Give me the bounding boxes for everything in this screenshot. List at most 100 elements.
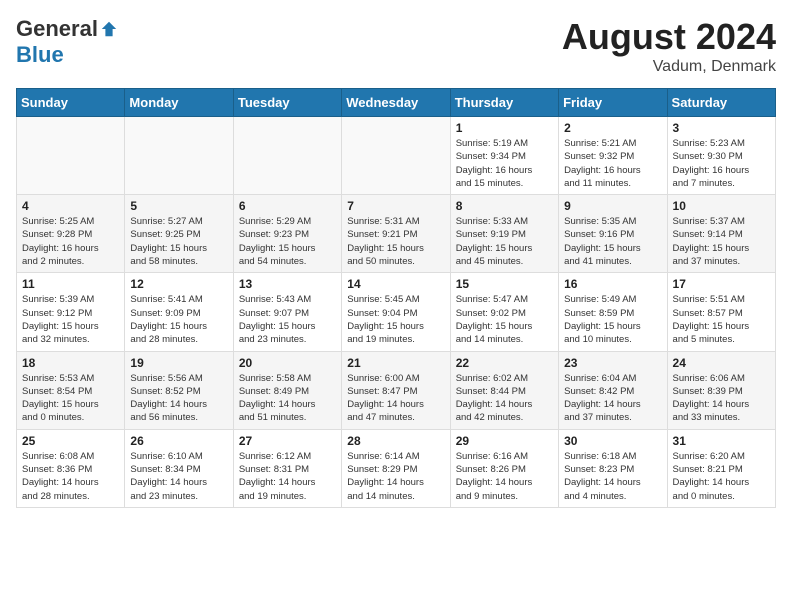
calendar-cell: 26Sunrise: 6:10 AM Sunset: 8:34 PM Dayli… [125,429,233,507]
day-info: Sunrise: 5:33 AM Sunset: 9:19 PM Dayligh… [456,215,553,268]
day-number: 25 [22,434,119,448]
logo: General Blue [16,16,118,68]
logo-icon [100,20,118,38]
day-number: 19 [130,356,227,370]
day-info: Sunrise: 6:12 AM Sunset: 8:31 PM Dayligh… [239,450,336,503]
day-number: 23 [564,356,661,370]
day-info: Sunrise: 5:25 AM Sunset: 9:28 PM Dayligh… [22,215,119,268]
day-number: 4 [22,199,119,213]
calendar-week-row: 25Sunrise: 6:08 AM Sunset: 8:36 PM Dayli… [17,429,776,507]
calendar-cell: 31 Sunrise: 6:20 AM Sunset: 8:21 PM Dayli… [667,429,775,507]
day-number: 15 [456,277,553,291]
day-info: Sunrise: 5:47 AM Sunset: 9:02 PM Dayligh… [456,293,553,346]
day-info: Sunrise: 5:29 AM Sunset: 9:23 PM Dayligh… [239,215,336,268]
day-info: Sunrise: 5:41 AM Sunset: 9:09 PM Dayligh… [130,293,227,346]
day-number: 10 [673,199,770,213]
calendar-cell: 1 Sunrise: 5:19 AM Sunset: 9:34 PM Daylig… [450,117,558,195]
day-info: Sunrise: 5:39 AM Sunset: 9:12 PM Dayligh… [22,293,119,346]
day-info: Sunrise: 6:14 AM Sunset: 8:29 PM Dayligh… [347,450,444,503]
calendar-header-row: SundayMondayTuesdayWednesdayThursdayFrid… [17,89,776,117]
day-number: 22 [456,356,553,370]
calendar-cell: 22 Sunrise: 6:02 AM Sunset: 8:44 PM Dayli… [450,351,558,429]
day-number: 26 [130,434,227,448]
calendar-cell: 7 Sunrise: 5:31 AM Sunset: 9:21 PM Daylig… [342,195,450,273]
calendar-cell: 19 Sunrise: 5:56 AM Sunset: 8:52 PM Dayli… [125,351,233,429]
day-info: Sunrise: 5:58 AM Sunset: 8:49 PM Dayligh… [239,372,336,425]
day-info: Sunrise: 6:02 AM Sunset: 8:44 PM Dayligh… [456,372,553,425]
calendar-day-header: Monday [125,89,233,117]
calendar-day-header: Thursday [450,89,558,117]
calendar-cell: 30 Sunrise: 6:18 AM Sunset: 8:23 PM Dayli… [559,429,667,507]
calendar-cell: 24 Sunrise: 6:06 AM Sunset: 8:39 PM Dayli… [667,351,775,429]
calendar-cell: 8 Sunrise: 5:33 AM Sunset: 9:19 PM Daylig… [450,195,558,273]
calendar-cell: 29Sunrise: 6:16 AM Sunset: 8:26 PM Dayli… [450,429,558,507]
day-number: 18 [22,356,119,370]
calendar-cell: 15 Sunrise: 5:47 AM Sunset: 9:02 PM Dayli… [450,273,558,351]
month-year-title: August 2024 [562,16,776,58]
day-info: Sunrise: 5:43 AM Sunset: 9:07 PM Dayligh… [239,293,336,346]
day-number: 13 [239,277,336,291]
calendar-cell: 13 Sunrise: 5:43 AM Sunset: 9:07 PM Dayli… [233,273,341,351]
calendar-cell [342,117,450,195]
day-number: 1 [456,121,553,135]
calendar-cell: 9 Sunrise: 5:35 AM Sunset: 9:16 PM Daylig… [559,195,667,273]
calendar-cell [17,117,125,195]
day-number: 14 [347,277,444,291]
logo-blue-text: Blue [16,42,64,68]
day-info: Sunrise: 6:20 AM Sunset: 8:21 PM Dayligh… [673,450,770,503]
day-number: 12 [130,277,227,291]
calendar-week-row: 1 Sunrise: 5:19 AM Sunset: 9:34 PM Daylig… [17,117,776,195]
calendar-cell: 12 Sunrise: 5:41 AM Sunset: 9:09 PM Dayli… [125,273,233,351]
day-number: 30 [564,434,661,448]
day-number: 5 [130,199,227,213]
calendar-day-header: Saturday [667,89,775,117]
calendar-cell [233,117,341,195]
day-number: 9 [564,199,661,213]
calendar-cell: 27Sunrise: 6:12 AM Sunset: 8:31 PM Dayli… [233,429,341,507]
calendar-day-header: Sunday [17,89,125,117]
calendar-cell: 2Sunrise: 5:21 AM Sunset: 9:32 PM Daylig… [559,117,667,195]
day-info: Sunrise: 5:23 AM Sunset: 9:30 PM Dayligh… [673,137,770,190]
day-info: Sunrise: 6:04 AM Sunset: 8:42 PM Dayligh… [564,372,661,425]
day-number: 29 [456,434,553,448]
calendar-cell: 4 Sunrise: 5:25 AM Sunset: 9:28 PM Daylig… [17,195,125,273]
day-number: 17 [673,277,770,291]
calendar-cell: 23 Sunrise: 6:04 AM Sunset: 8:42 PM Dayli… [559,351,667,429]
calendar-cell: 6 Sunrise: 5:29 AM Sunset: 9:23 PM Daylig… [233,195,341,273]
day-info: Sunrise: 5:35 AM Sunset: 9:16 PM Dayligh… [564,215,661,268]
title-section: August 2024 Vadum, Denmark [562,16,776,76]
calendar-day-header: Wednesday [342,89,450,117]
day-info: Sunrise: 5:31 AM Sunset: 9:21 PM Dayligh… [347,215,444,268]
day-info: Sunrise: 5:19 AM Sunset: 9:34 PM Dayligh… [456,137,553,190]
calendar-cell: 16Sunrise: 5:49 AM Sunset: 8:59 PM Dayli… [559,273,667,351]
location-label: Vadum, Denmark [562,58,776,76]
calendar-day-header: Tuesday [233,89,341,117]
calendar-week-row: 11Sunrise: 5:39 AM Sunset: 9:12 PM Dayli… [17,273,776,351]
day-info: Sunrise: 5:27 AM Sunset: 9:25 PM Dayligh… [130,215,227,268]
calendar-cell: 20Sunrise: 5:58 AM Sunset: 8:49 PM Dayli… [233,351,341,429]
day-info: Sunrise: 6:18 AM Sunset: 8:23 PM Dayligh… [564,450,661,503]
day-info: Sunrise: 5:51 AM Sunset: 8:57 PM Dayligh… [673,293,770,346]
day-info: Sunrise: 5:53 AM Sunset: 8:54 PM Dayligh… [22,372,119,425]
day-info: Sunrise: 6:06 AM Sunset: 8:39 PM Dayligh… [673,372,770,425]
day-number: 7 [347,199,444,213]
calendar-week-row: 18 Sunrise: 5:53 AM Sunset: 8:54 PM Dayli… [17,351,776,429]
calendar-cell: 3 Sunrise: 5:23 AM Sunset: 9:30 PM Daylig… [667,117,775,195]
day-number: 3 [673,121,770,135]
day-number: 31 [673,434,770,448]
calendar-cell: 18 Sunrise: 5:53 AM Sunset: 8:54 PM Dayli… [17,351,125,429]
day-info: Sunrise: 5:45 AM Sunset: 9:04 PM Dayligh… [347,293,444,346]
calendar-cell: 11Sunrise: 5:39 AM Sunset: 9:12 PM Dayli… [17,273,125,351]
calendar-week-row: 4 Sunrise: 5:25 AM Sunset: 9:28 PM Daylig… [17,195,776,273]
calendar-cell: 5 Sunrise: 5:27 AM Sunset: 9:25 PM Daylig… [125,195,233,273]
day-number: 6 [239,199,336,213]
day-info: Sunrise: 5:49 AM Sunset: 8:59 PM Dayligh… [564,293,661,346]
logo-general-text: General [16,16,98,42]
day-number: 24 [673,356,770,370]
day-info: Sunrise: 5:21 AM Sunset: 9:32 PM Dayligh… [564,137,661,190]
calendar-cell: 17 Sunrise: 5:51 AM Sunset: 8:57 PM Dayli… [667,273,775,351]
calendar-cell: 14 Sunrise: 5:45 AM Sunset: 9:04 PM Dayli… [342,273,450,351]
calendar-day-header: Friday [559,89,667,117]
day-info: Sunrise: 5:56 AM Sunset: 8:52 PM Dayligh… [130,372,227,425]
day-number: 8 [456,199,553,213]
